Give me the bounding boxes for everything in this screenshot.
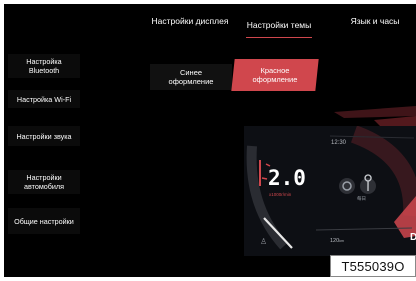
- sidebar-item-wifi[interactable]: Настройка Wi-Fi: [8, 90, 80, 108]
- theme-preview: ♙ 12:30 2.0 x1000r/min 每日 120km D: [244, 126, 416, 256]
- tab-display-label: Настройки дисплея: [151, 16, 229, 26]
- tab-language-label: Язык и часы: [350, 16, 400, 26]
- figure-code-label: T555039O: [330, 255, 416, 277]
- tab-theme-settings[interactable]: Настройки темы: [238, 10, 320, 40]
- blue-theme-label: Синее оформление: [168, 67, 214, 86]
- sidebar-item-vehicle[interactable]: Настройки автомобиля: [8, 170, 80, 194]
- tab-theme-label: Настройки темы: [246, 20, 312, 30]
- sidebar-item-label: Настройки автомобиля: [23, 173, 65, 191]
- sidebar-item-general[interactable]: Общие настройки: [8, 208, 80, 234]
- preview-range-unit: km: [339, 239, 344, 243]
- tab-display-settings[interactable]: Настройки дисплея: [144, 4, 236, 38]
- preview-range-value: 120: [330, 238, 340, 244]
- sidebar-item-label: Настройка Wi-Fi: [16, 94, 72, 104]
- blue-theme-button[interactable]: Синее оформление: [150, 64, 232, 90]
- tab-language-clock[interactable]: Язык и часы: [334, 4, 416, 38]
- dashboard-preview-graphic: ♙: [246, 126, 416, 250]
- sidebar-item-sound[interactable]: Настройки звука: [8, 126, 80, 146]
- head-unit-screen: Настройки дисплея Настройки темы Язык и …: [4, 4, 416, 277]
- preview-speed-unit: x1000r/min: [269, 192, 292, 197]
- sidebar-item-label: Настройка Bluetooth: [26, 57, 62, 75]
- red-theme-button[interactable]: Красное оформление: [231, 59, 319, 91]
- preview-speed-value: 2.0: [268, 166, 306, 190]
- preview-icon-label: 每日: [357, 196, 366, 201]
- preview-clock: 12:30: [331, 140, 347, 146]
- sidebar-item-bluetooth[interactable]: Настройка Bluetooth: [8, 54, 80, 78]
- figure-code-text: T555039O: [341, 258, 405, 274]
- red-theme-label: Красное оформление: [252, 65, 298, 84]
- sidebar-item-label: Общие настройки: [14, 216, 74, 226]
- seat-icon: ♙: [260, 237, 267, 246]
- sidebar-item-label: Настройки звука: [16, 131, 72, 141]
- steering-icon: [339, 178, 355, 194]
- preview-gear: D: [410, 232, 416, 243]
